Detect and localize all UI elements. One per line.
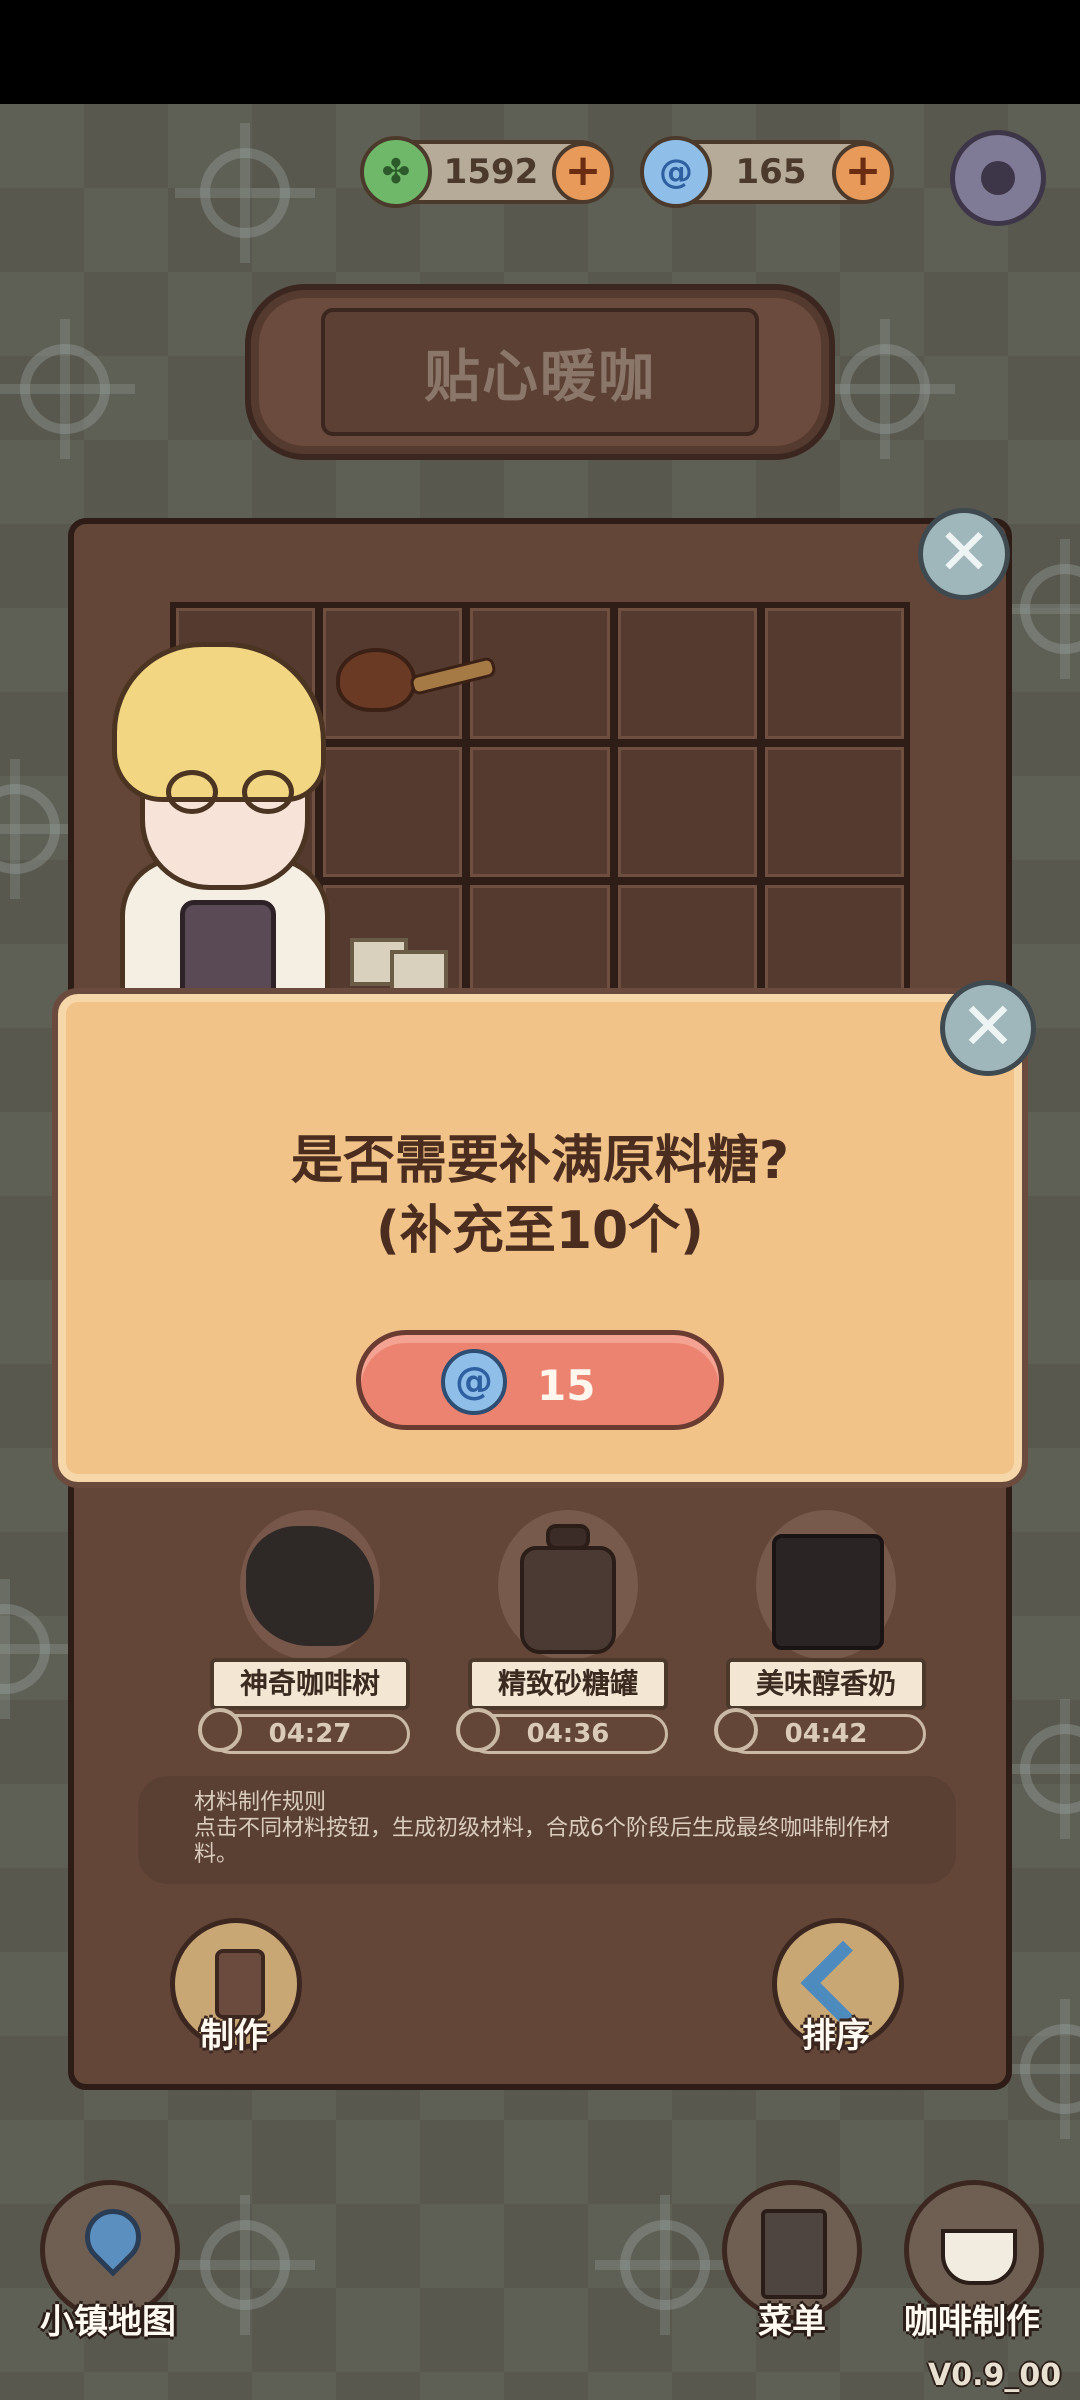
sun-decoration-icon xyxy=(995,564,1080,654)
barista-glasses xyxy=(166,770,302,818)
sun-decoration-icon xyxy=(0,784,85,874)
close-icon[interactable]: ✕ xyxy=(940,980,1036,1076)
add-leaf-coin-button[interactable]: + xyxy=(552,142,614,204)
refill-confirm-button[interactable]: @ 15 xyxy=(356,1330,724,1430)
add-gem-button[interactable]: + xyxy=(832,142,894,204)
milk-carton-icon xyxy=(756,1510,896,1660)
grid-cell[interactable] xyxy=(764,746,904,878)
map-label: 小镇地图 xyxy=(40,2302,176,2342)
sun-decoration-icon xyxy=(0,1604,75,1694)
coffee-scoop-item[interactable] xyxy=(336,648,416,712)
rules-body: 点击不同材料按钮，生成初级材料，合成6个阶段后生成最终咖啡制作材料。 xyxy=(194,1816,890,1867)
grid-cell[interactable] xyxy=(323,746,463,878)
sun-decoration-icon xyxy=(0,344,135,434)
coffee-tree-icon xyxy=(240,1510,380,1660)
station-label: 精致砂糖罐 xyxy=(468,1658,668,1710)
leaf-coin-icon: ✤ xyxy=(360,136,432,208)
coffee-making-label: 咖啡制作 xyxy=(904,2302,1040,2342)
station-label: 美味醇香奶 xyxy=(726,1658,926,1710)
close-icon[interactable]: ✕ xyxy=(918,508,1010,600)
craft-label: 制作 xyxy=(200,2016,268,2056)
grid-cell[interactable] xyxy=(764,608,904,739)
leaf-coin-counter: ✤ 1592 + xyxy=(360,136,614,208)
shop-title: 贴心暖咖 xyxy=(424,344,656,410)
sun-decoration-icon xyxy=(995,2024,1080,2114)
shop-title-plaque: 贴心暖咖 xyxy=(245,284,835,460)
gem-counter: @ 165 + xyxy=(640,136,894,208)
clock-icon xyxy=(198,1708,242,1752)
sun-decoration-icon xyxy=(815,344,955,434)
swirl-gem-icon: @ xyxy=(640,136,712,208)
sun-decoration-icon xyxy=(995,1724,1080,1814)
sun-decoration-icon xyxy=(175,2220,315,2310)
swirl-gem-icon: @ xyxy=(441,1349,507,1415)
coffee-cup-icon xyxy=(941,2229,1017,2285)
station-coffee-tree[interactable]: 神奇咖啡树 04:27 xyxy=(198,1510,410,1760)
map-pin-icon xyxy=(73,2197,153,2277)
version-label: V0.9_00 xyxy=(928,2358,1062,2393)
sugar-jar-icon xyxy=(498,1510,638,1660)
dialog-question: 是否需要补满原料糖? xyxy=(290,1131,790,1191)
clock-icon xyxy=(456,1708,500,1752)
rules-title: 材料制作规则 xyxy=(194,1790,327,1815)
sun-decoration-icon xyxy=(175,148,315,238)
station-label: 神奇咖啡树 xyxy=(210,1658,410,1710)
grid-cell[interactable] xyxy=(617,608,757,739)
dialog-subtext: (补充至10个) xyxy=(376,1201,704,1261)
menu-book-icon xyxy=(761,2209,827,2299)
gem-value: 165 xyxy=(735,152,807,192)
sort-label: 排序 xyxy=(802,2016,870,2056)
status-bar xyxy=(0,0,1080,104)
station-milk-carton[interactable]: 美味醇香奶 04:42 xyxy=(714,1510,926,1760)
sun-decoration-icon xyxy=(595,2220,735,2310)
leaf-coin-value: 1592 xyxy=(443,152,539,192)
gear-icon[interactable] xyxy=(950,130,1046,226)
refill-cost: 15 xyxy=(537,1361,596,1410)
rules-box: 材料制作规则 点击不同材料按钮，生成初级材料，合成6个阶段后生成最终咖啡制作材料… xyxy=(138,1776,956,1884)
clock-icon xyxy=(714,1708,758,1752)
title-inner: 贴心暖咖 xyxy=(321,308,759,436)
grid-cell[interactable] xyxy=(617,746,757,878)
grid-cell[interactable] xyxy=(470,746,610,878)
station-sugar-jar[interactable]: 精致砂糖罐 04:36 xyxy=(456,1510,668,1760)
menu-label: 菜单 xyxy=(758,2302,826,2342)
